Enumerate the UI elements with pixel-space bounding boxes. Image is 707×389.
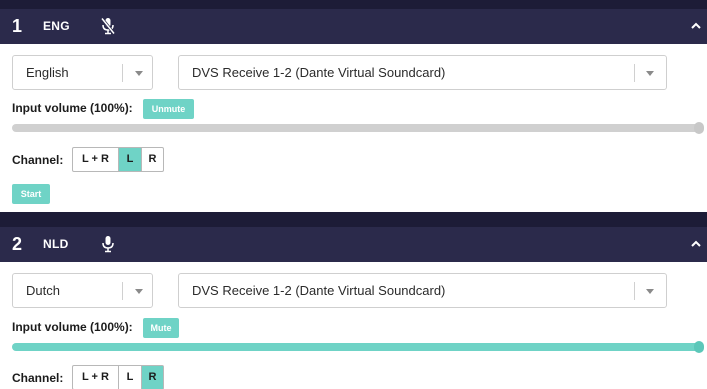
channel-option-lr[interactable]: L + R — [73, 148, 118, 171]
language-select-value: Dutch — [26, 283, 60, 298]
channel-label: Channel: — [12, 153, 64, 167]
device-select[interactable]: DVS Receive 1-2 (Dante Virtual Soundcard… — [178, 55, 667, 90]
volume-slider-thumb[interactable] — [694, 341, 704, 353]
mute-button[interactable]: Mute — [143, 318, 179, 338]
volume-slider[interactable] — [12, 343, 704, 351]
mic-icon[interactable] — [101, 235, 115, 253]
language-select[interactable]: English — [12, 55, 153, 90]
panel-2-header[interactable]: 2 NLD — [0, 227, 707, 262]
volume-slider-thumb[interactable] — [694, 122, 704, 134]
volume-slider[interactable] — [12, 124, 704, 132]
channel-option-lr[interactable]: L + R — [73, 366, 118, 389]
device-select-value: DVS Receive 1-2 (Dante Virtual Soundcard… — [192, 65, 446, 80]
channel-option-r[interactable]: R — [141, 366, 163, 389]
device-select-value: DVS Receive 1-2 (Dante Virtual Soundcard… — [192, 283, 446, 298]
panel-number: 1 — [12, 16, 23, 36]
chevron-down-icon — [646, 289, 654, 294]
panel-number: 2 — [12, 234, 23, 254]
channel-selector[interactable]: L + R L R — [72, 365, 164, 389]
panel-language-code: ENG — [43, 19, 70, 33]
language-select[interactable]: Dutch — [12, 273, 153, 308]
language-select-value: English — [26, 65, 69, 80]
unmute-button[interactable]: Unmute — [143, 99, 194, 119]
input-volume-label: Input volume (100%): — [12, 101, 133, 115]
top-separator — [0, 0, 707, 9]
chevron-up-icon[interactable] — [690, 20, 702, 32]
chevron-down-icon — [135, 71, 143, 76]
device-select[interactable]: DVS Receive 1-2 (Dante Virtual Soundcard… — [178, 273, 667, 308]
channel-label: Channel: — [12, 371, 64, 385]
panel-1-header[interactable]: 1 ENG — [0, 9, 707, 44]
panel-language-code: NLD — [43, 237, 69, 251]
input-volume-label: Input volume (100%): — [12, 320, 133, 334]
start-button[interactable]: Start — [12, 184, 50, 204]
chevron-up-icon[interactable] — [690, 238, 702, 250]
channel-option-l[interactable]: L — [118, 148, 141, 171]
mic-muted-icon[interactable] — [101, 17, 115, 35]
channel-option-l[interactable]: L — [118, 366, 141, 389]
chevron-down-icon — [646, 71, 654, 76]
channel-option-r[interactable]: R — [141, 148, 163, 171]
channel-selector[interactable]: L + R L R — [72, 147, 164, 172]
panel-separator — [0, 212, 707, 227]
chevron-down-icon — [135, 289, 143, 294]
